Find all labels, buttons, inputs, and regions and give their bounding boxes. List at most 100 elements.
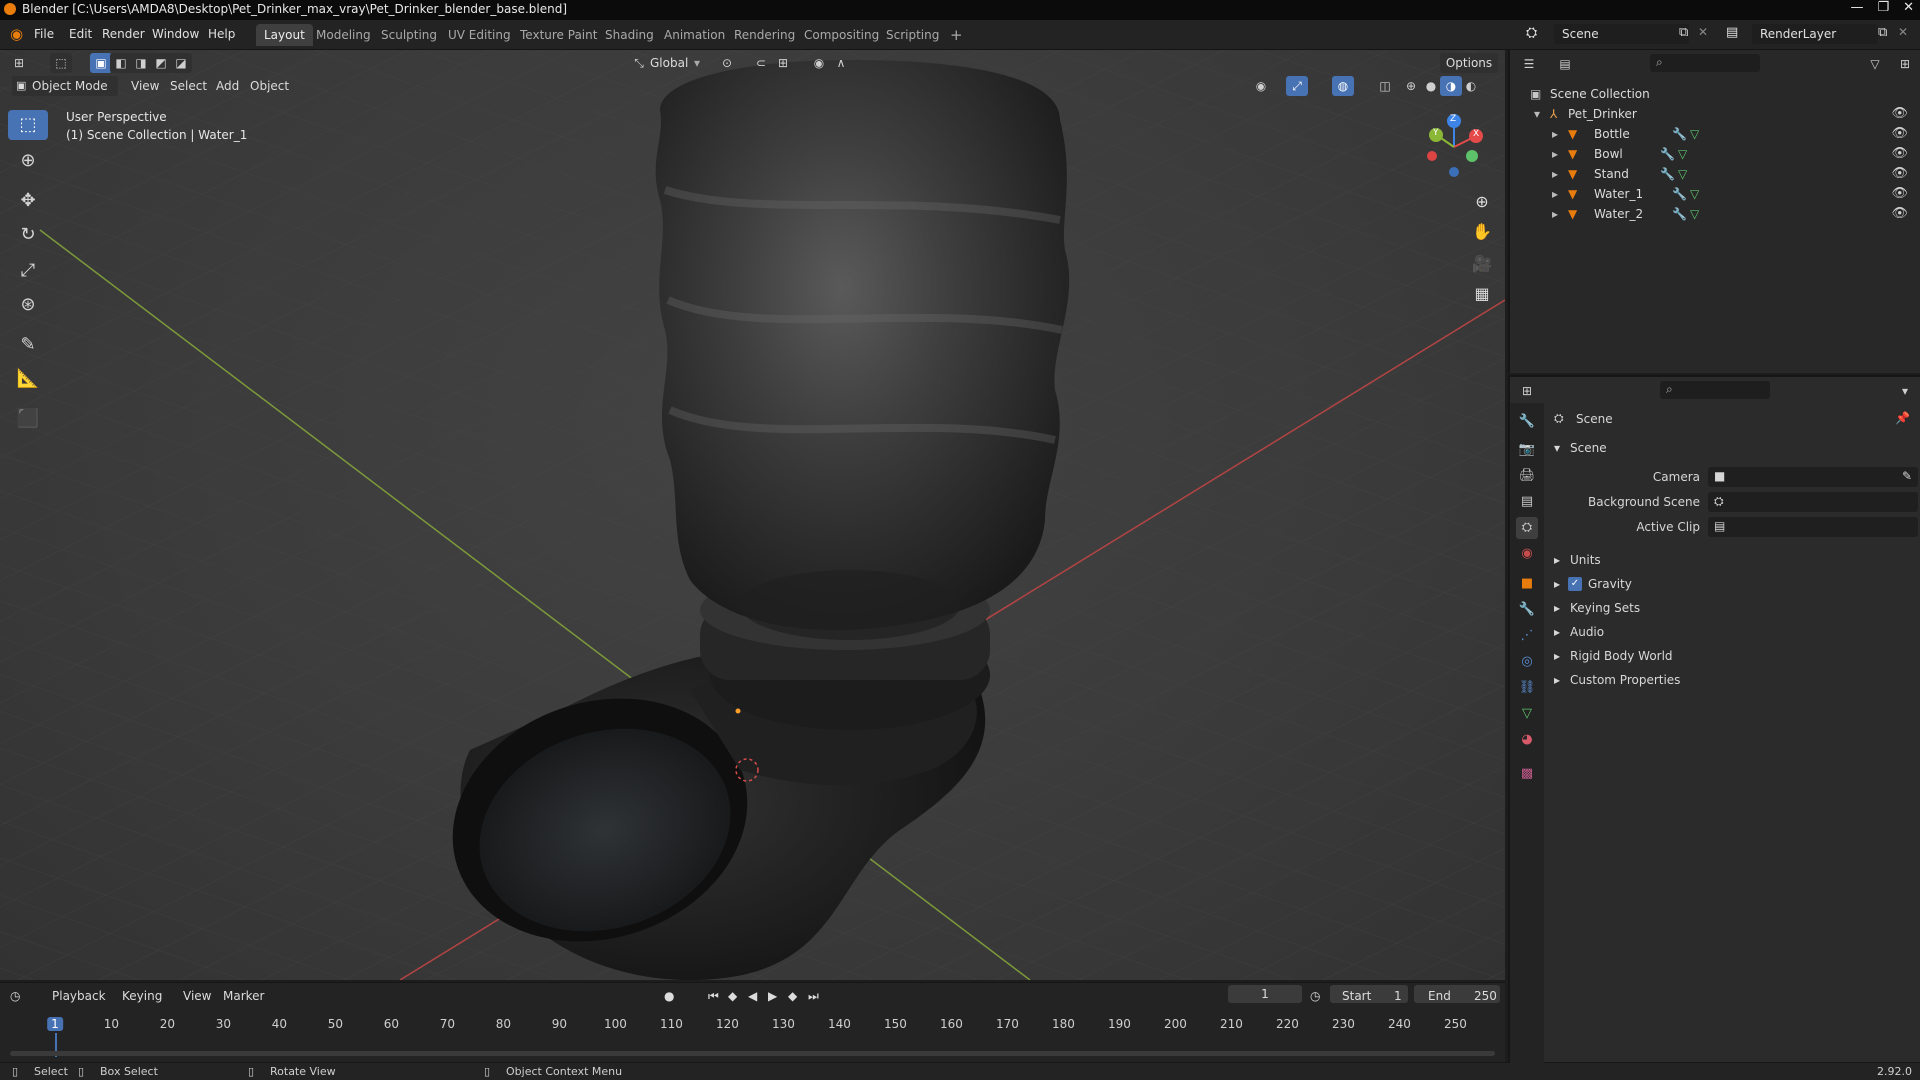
outliner-row-object[interactable]: ▸ ▼ Stand 🔧 ▽ 👁 [1510, 164, 1920, 184]
texture-tab-icon[interactable]: ▩ [1516, 763, 1538, 785]
tab-modeling[interactable]: Modeling [308, 24, 379, 46]
menu-window[interactable]: Window [152, 27, 199, 41]
menu-file[interactable]: File [34, 27, 54, 41]
material-tab-icon[interactable]: ◕ [1516, 729, 1538, 751]
editor-type-icon[interactable]: ⊞ [8, 53, 30, 73]
scene-selector-icon[interactable]: ⛭ [1526, 25, 1537, 41]
outliner-editor-type-icon[interactable]: ☰ [1518, 54, 1540, 74]
tab-compositing[interactable]: Compositing [796, 24, 887, 46]
physics-tab-icon[interactable]: ◎ [1516, 651, 1538, 673]
camera-view-icon[interactable]: 🎥 [1470, 252, 1494, 276]
viewport-menu-add[interactable]: Add [216, 76, 239, 94]
snap-target-icon[interactable]: ⊞ [772, 53, 794, 73]
navigation-gizmo[interactable]: Z X Y [1424, 112, 1494, 182]
select-invert-icon[interactable]: ◩ [150, 53, 172, 73]
viewport-menu-select[interactable]: Select [170, 76, 207, 94]
mesh-data-icon[interactable]: ▽ [1690, 124, 1699, 144]
mesh-data-icon[interactable]: ▽ [1678, 164, 1687, 184]
object-tab-icon[interactable]: ■ [1516, 573, 1538, 595]
timeline-editor[interactable]: ◷ Playback Keying View Marker ● ⏮ ◆ ◀ ▶ … [0, 982, 1505, 1062]
wireframe-shading-icon[interactable]: ⊕ [1400, 76, 1422, 96]
scene-tab-icon[interactable]: ⛭ [1516, 517, 1538, 539]
rotate-tool[interactable]: ↻ [8, 220, 48, 250]
units-panel-header[interactable]: ▸ Units [1546, 549, 1918, 571]
tab-texture-paint[interactable]: Texture Paint [512, 24, 605, 46]
new-scene-icon[interactable]: ⧉ [1679, 25, 1688, 40]
scene-panel-header[interactable]: ▾ Scene [1546, 437, 1918, 459]
menu-edit[interactable]: Edit [69, 27, 92, 41]
transform-orientation-dropdown[interactable]: Global [650, 54, 688, 72]
eye-icon[interactable]: 👁 [1891, 104, 1908, 124]
chevron-right-icon[interactable]: ▸ [1552, 204, 1558, 224]
gravity-panel-header[interactable]: ▸ ✓ Gravity [1546, 573, 1918, 595]
options-dropdown[interactable]: Options [1440, 53, 1498, 73]
eyedropper-icon[interactable]: ✎ [1902, 469, 1912, 483]
rigid-body-world-panel-header[interactable]: ▸ Rigid Body World [1546, 645, 1918, 667]
outliner-row-object[interactable]: ▸ ▼ Bottle 🔧 ▽ 👁 [1510, 124, 1920, 144]
outliner-editor[interactable]: ☰ ▤ ⌕ ▽ ⊞ ▣ Scene Collection ▾ ⅄ Pet_Dri… [1508, 50, 1920, 373]
gizmo-toggle-icon[interactable]: ⤢ [1286, 76, 1308, 96]
tab-layout[interactable]: Layout [256, 24, 313, 46]
tab-sculpting[interactable]: Sculpting [373, 24, 445, 46]
modifier-icon[interactable]: 🔧 [1660, 144, 1675, 164]
select-subtract-icon[interactable]: ◨ [130, 53, 152, 73]
properties-search-input[interactable]: ⌕ [1660, 381, 1770, 399]
add-cube-tool[interactable]: ⬛ [8, 404, 48, 434]
zoom-icon[interactable]: ⊕ [1470, 190, 1494, 214]
output-tab-icon[interactable]: 🖨 [1516, 465, 1538, 487]
constraints-tab-icon[interactable]: ⛓ [1516, 677, 1538, 699]
audio-panel-header[interactable]: ▸ Audio [1546, 621, 1918, 643]
add-workspace-button[interactable]: + [942, 24, 971, 46]
maximize-button[interactable]: ❐ [1877, 0, 1889, 15]
ortho-grid-icon[interactable]: ▦ [1470, 282, 1494, 306]
menu-help[interactable]: Help [208, 27, 235, 41]
outliner-row-scene-collection[interactable]: ▣ Scene Collection [1510, 84, 1920, 104]
tab-animation[interactable]: Animation [656, 24, 733, 46]
select-extend-icon[interactable]: ◧ [110, 53, 132, 73]
select-intersect-icon[interactable]: ◪ [170, 53, 192, 73]
pin-icon[interactable]: 📌 [1895, 411, 1910, 425]
custom-properties-panel-header[interactable]: ▸ Custom Properties [1546, 669, 1918, 691]
keying-sets-panel-header[interactable]: ▸ Keying Sets [1546, 597, 1918, 619]
transform-tool[interactable]: ⊛ [8, 290, 48, 320]
chevron-right-icon[interactable]: ▸ [1552, 184, 1558, 204]
render-tab-icon[interactable]: 📷 [1516, 439, 1538, 461]
mesh-data-icon[interactable]: ▽ [1690, 184, 1699, 204]
select-new-icon[interactable]: ▣ [90, 53, 112, 73]
select-box-tool[interactable]: ⬚ [8, 110, 48, 140]
measure-tool[interactable]: 📐 [8, 364, 48, 394]
object-mode-dropdown[interactable]: Object Mode [12, 76, 118, 96]
solid-shading-icon[interactable]: ● [1420, 76, 1442, 96]
eye-icon[interactable]: 👁 [1891, 204, 1908, 224]
eye-icon[interactable]: 👁 [1891, 124, 1908, 144]
close-button[interactable]: ✕ [1903, 0, 1914, 15]
viewport-menu-object[interactable]: Object [250, 76, 289, 94]
delete-view-layer-icon[interactable]: ✕ [1898, 25, 1908, 39]
properties-editor-type-icon[interactable]: ⊞ [1516, 381, 1538, 401]
visibility-icon[interactable]: ◉ [1250, 76, 1272, 96]
view-layer-tab-icon[interactable]: ▤ [1516, 491, 1538, 513]
overlays-toggle-icon[interactable]: ◍ [1332, 76, 1354, 96]
chevron-down-icon[interactable]: ▾ [1534, 104, 1540, 124]
chevron-right-icon[interactable]: ▸ [1552, 124, 1558, 144]
bottle-mesh[interactable] [655, 60, 1070, 640]
viewport-menu-view[interactable]: View [131, 76, 159, 94]
mesh-data-icon[interactable]: ▽ [1678, 144, 1687, 164]
tab-uv-editing[interactable]: UV Editing [440, 24, 519, 46]
chevron-down-icon[interactable]: ▾ [694, 54, 700, 72]
data-tab-icon[interactable]: ▽ [1516, 703, 1538, 725]
blender-menu-icon[interactable]: ◉ [10, 25, 23, 43]
outliner-search-input[interactable]: ⌕ [1650, 54, 1760, 72]
menu-render[interactable]: Render [102, 27, 145, 41]
mesh-data-icon[interactable]: ▽ [1690, 204, 1699, 224]
material-shading-icon[interactable]: ◑ [1440, 76, 1462, 96]
rendered-shading-icon[interactable]: ◐ [1460, 76, 1482, 96]
3d-viewport[interactable]: ⊞ ⬚ ▣ ◧ ◨ ◩ ◪ ⤡ Global ▾ ⊙ ⊂ ⊞ ◉ ∧ Optio… [0, 50, 1505, 980]
snap-icon[interactable]: ⊂ [750, 53, 772, 73]
tool-tab-icon[interactable]: 🔧 [1516, 411, 1538, 433]
falloff-icon[interactable]: ∧ [830, 53, 852, 73]
proportional-edit-icon[interactable]: ◉ [808, 53, 830, 73]
chevron-right-icon[interactable]: ▸ [1552, 144, 1558, 164]
pan-hand-icon[interactable]: ✋ [1470, 220, 1494, 244]
annotate-tool[interactable]: ✎ [8, 330, 48, 360]
